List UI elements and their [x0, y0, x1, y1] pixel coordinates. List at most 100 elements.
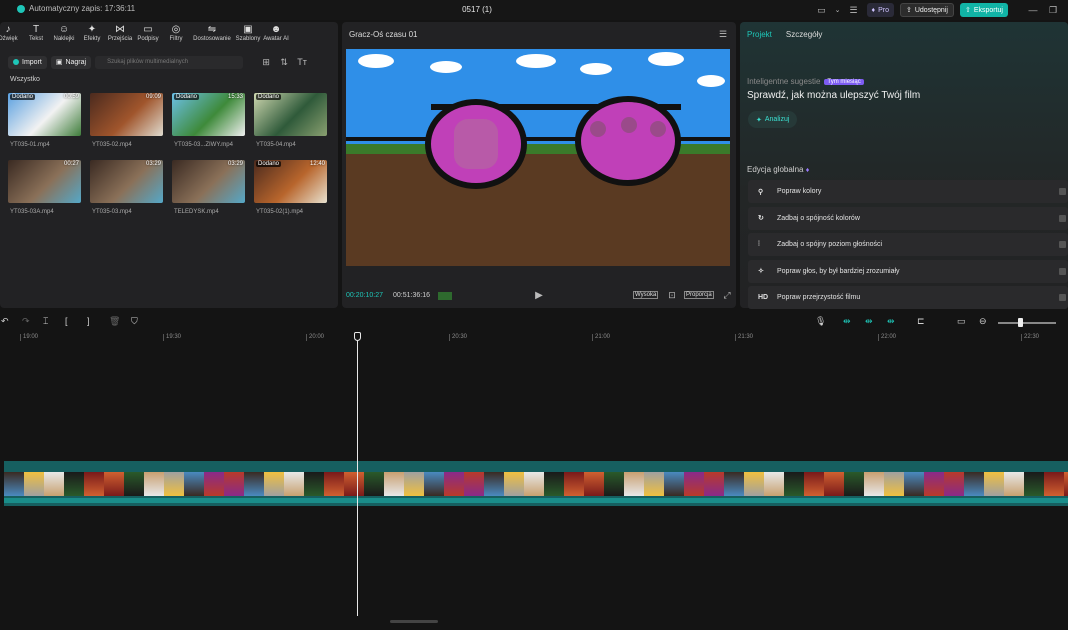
plus-icon — [13, 59, 19, 65]
global-edit-label: Popraw kolory — [777, 188, 822, 195]
layout-icon[interactable]: ▭ — [815, 5, 829, 16]
clip-frame — [784, 472, 804, 496]
zoom-slider[interactable] — [998, 322, 1056, 324]
clip-frame — [684, 472, 704, 496]
media-thumbnail[interactable]: 03:29 — [90, 160, 163, 203]
toolbar-item-7[interactable]: ⇋ Dostosowanie — [190, 24, 234, 48]
toolbar-item-0[interactable]: ♪ Dźwięk — [0, 24, 22, 48]
current-time: 00:20:10:27 — [346, 292, 383, 299]
toolbar-item-9[interactable]: ☻ Awatar AI — [262, 24, 290, 48]
hd-icon: HD — [758, 294, 769, 301]
toggle-switch[interactable] — [1059, 294, 1066, 301]
toggle-switch[interactable] — [1059, 188, 1066, 195]
tab-details[interactable]: Szczegóły — [786, 30, 822, 39]
player-menu-icon[interactable]: ☰ — [716, 29, 730, 40]
clip-frame — [964, 472, 984, 496]
media-thumbnail[interactable]: Dodano — [254, 93, 327, 136]
sparkle-icon: ✦ — [756, 116, 762, 124]
trim-left-icon[interactable]: [ — [65, 316, 68, 326]
toolbar-item-1[interactable]: T Tekst — [22, 24, 50, 48]
media-search-input[interactable]: Szukaj plików multimedialnych — [95, 55, 244, 69]
media-thumbnail[interactable]: Dodano 15:33 — [172, 93, 245, 136]
export-icon: ⇧ — [964, 7, 971, 14]
toolbar-item-2[interactable]: ☺ Naklejki — [50, 24, 78, 48]
zoom-out-icon[interactable]: ⊖ — [979, 316, 987, 327]
toggle-switch[interactable] — [1059, 214, 1066, 222]
toggle-switch[interactable] — [1059, 241, 1066, 248]
global-edit-item[interactable]: ↻ Zadbaj o spójność kolorów — [748, 206, 1068, 230]
grid-view-icon[interactable]: ⊞ — [259, 57, 273, 68]
global-edit-item[interactable]: HD Popraw przejrzystość filmu — [748, 286, 1068, 309]
minimize-icon[interactable]: — — [1026, 5, 1040, 15]
media-filename: TELEDYSK.mp4 — [174, 209, 219, 215]
captions-icon[interactable]: ▭ — [957, 316, 966, 327]
quality-button[interactable]: Wysoka — [633, 291, 659, 299]
clip-frame — [524, 472, 544, 496]
video-preview[interactable] — [346, 49, 730, 266]
play-icon[interactable]: ▶ — [532, 290, 546, 301]
toolbar-item-3[interactable]: ✦ Efekty — [78, 24, 106, 48]
ratio-button[interactable]: Proporcja — [684, 291, 714, 299]
pro-label: Pro — [878, 6, 889, 14]
preview-axis-icon[interactable]: ⊏ — [917, 316, 925, 327]
playhead[interactable] — [357, 338, 358, 616]
toolbar-item-5[interactable]: ▭ Podpisy — [134, 24, 162, 48]
share-button[interactable]: ⇪ Udostępnij — [899, 3, 954, 17]
delete-icon[interactable]: 🗑 — [109, 316, 120, 327]
clip-frame — [224, 472, 244, 496]
undo-icon[interactable]: ↶ — [1, 316, 9, 327]
clip-frame — [544, 472, 564, 496]
screenshot-icon[interactable]: ⊡ — [665, 290, 679, 301]
global-edit-item[interactable]: ✧ Popraw głos, by był bardziej zrozumiały — [748, 259, 1068, 283]
diamond-icon: ♦ — [805, 167, 810, 174]
timeline-grid-icon[interactable] — [438, 292, 452, 300]
zoom-slider-thumb[interactable] — [1018, 318, 1023, 327]
fullscreen-icon[interactable]: ⤢ — [720, 290, 734, 301]
ruler-tick — [735, 334, 736, 341]
pro-button[interactable]: ♦ Pro — [866, 3, 894, 17]
media-thumbnail[interactable]: Dodano 12:40 — [254, 160, 327, 203]
export-button[interactable]: ⇧ Eksportuj — [959, 3, 1008, 17]
volume-levels-icon: ⫶ — [758, 240, 760, 248]
video-track[interactable] — [4, 461, 1068, 506]
filter-icon[interactable]: Tт — [295, 57, 309, 67]
timeline-ruler[interactable]: 19:00 19:30 20:00 20:30 21:00 21:30 22:00 22:30 — [0, 330, 1068, 344]
toolbar-item-6[interactable]: ◎ Filtry — [162, 24, 190, 48]
microphone-icon[interactable]: 🎙 — [815, 316, 826, 327]
tab-project[interactable]: Projekt — [747, 30, 772, 39]
clip-frame — [284, 472, 304, 496]
trim-right-icon[interactable]: ] — [87, 316, 90, 326]
playhead-handle[interactable] — [354, 332, 361, 341]
magnet-icon[interactable]: ⇹ — [865, 316, 873, 327]
split-icon[interactable]: ⌶ — [43, 316, 48, 327]
clip-frame — [464, 472, 484, 496]
menu-icon[interactable]: ☰ — [847, 5, 861, 16]
chevron-down-icon[interactable]: ⌄ — [835, 6, 841, 14]
timeline-scrollbar[interactable] — [390, 620, 438, 623]
clip-frame — [504, 472, 524, 496]
toggle-switch[interactable] — [1059, 267, 1066, 275]
record-button[interactable]: ▣ Nagraj — [50, 55, 92, 69]
redo-icon[interactable]: ↷ — [22, 316, 30, 327]
global-edit-item[interactable]: ⫶ Zadbaj o spójny poziom głośności — [748, 233, 1068, 256]
link-icon[interactable]: ⇹ — [843, 316, 851, 327]
media-thumbnail[interactable]: 03:29 — [172, 160, 245, 203]
clip-frame — [664, 472, 684, 496]
clip-frame — [304, 472, 324, 496]
media-thumbnail[interactable]: 00:27 — [8, 160, 81, 203]
analyze-button[interactable]: ✦ Analizuj — [748, 111, 798, 128]
import-button[interactable]: Import — [8, 55, 47, 69]
clip-frame — [324, 472, 344, 496]
snap-icon[interactable]: ⇹ — [887, 316, 895, 327]
transition-icon: ⋈ — [115, 24, 125, 35]
sort-icon[interactable]: ⇅ — [277, 57, 291, 68]
global-edit-item[interactable]: ⚲ Popraw kolory — [748, 180, 1068, 203]
export-label: Eksportuj — [973, 6, 1003, 14]
media-thumbnail[interactable]: 09:09 — [90, 93, 163, 136]
toolbar-item-4[interactable]: ⋈ Przejścia — [106, 24, 134, 48]
global-edit-label: Zadbaj o spójność kolorów — [777, 214, 860, 222]
media-thumbnail[interactable]: Dodano 00:59 — [8, 93, 81, 136]
shield-icon[interactable]: ⛉ — [131, 316, 138, 327]
toolbar-item-8[interactable]: ▣ Szablony — [234, 24, 262, 48]
restore-icon[interactable]: ❐ — [1046, 5, 1060, 16]
